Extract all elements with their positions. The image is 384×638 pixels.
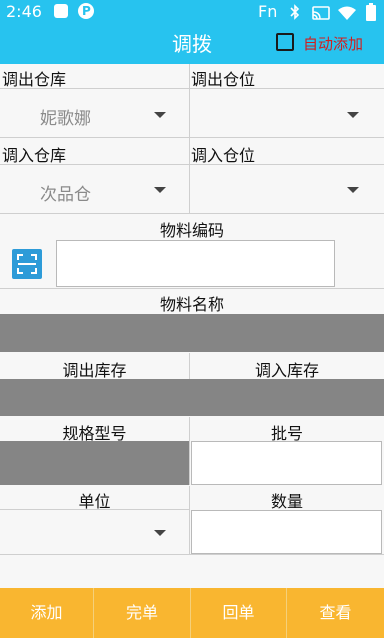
auto-add-checkbox[interactable]: [276, 33, 294, 51]
divider: [0, 137, 384, 138]
battery-icon: [366, 3, 376, 25]
in-stock-label: 调入库存: [254, 361, 319, 380]
batch-input[interactable]: [191, 441, 382, 485]
out-warehouse-dropdown[interactable]: 妮歌娜: [0, 89, 189, 137]
view-button[interactable]: 查看: [287, 588, 384, 638]
caret-down-icon: [154, 530, 166, 536]
auto-add-label[interactable]: 自动添加: [303, 24, 363, 64]
bluetooth-icon: [290, 4, 300, 24]
quantity-label: 数量: [270, 492, 303, 511]
status-time: 2:46: [6, 2, 42, 21]
return-button[interactable]: 回单: [191, 588, 286, 638]
material-name-field: [0, 314, 384, 352]
scan-icon[interactable]: [12, 249, 42, 279]
out-warehouse-label: 调出仓库: [2, 70, 67, 89]
out-warehouse-value: 妮歌娜: [40, 109, 91, 129]
quantity-input[interactable]: [191, 510, 382, 554]
divider: [0, 213, 384, 214]
unit-dropdown[interactable]: [0, 510, 189, 554]
in-warehouse-value: 次品仓: [40, 185, 91, 205]
notification-square-icon: [54, 4, 68, 18]
network-label: Fn: [258, 2, 278, 21]
in-location-label: 调入仓位: [191, 146, 256, 165]
status-bar: 2:46 P Fn: [0, 0, 384, 24]
bottom-action-bar: 添加 完单 回单 查看: [0, 588, 384, 638]
caret-down-icon: [347, 187, 359, 193]
app-header: 调拨 自动添加: [0, 24, 384, 64]
out-location-label: 调出仓位: [191, 70, 256, 89]
complete-button[interactable]: 完单: [94, 588, 190, 638]
caret-down-icon: [347, 112, 359, 118]
in-warehouse-label: 调入仓库: [2, 146, 67, 165]
stock-field: [0, 379, 384, 416]
divider: [0, 554, 384, 555]
cast-icon: [312, 5, 330, 24]
divider: [189, 486, 190, 554]
material-name-label: 物料名称: [159, 295, 224, 314]
wifi-icon: [338, 5, 356, 24]
in-warehouse-dropdown[interactable]: 次品仓: [0, 165, 189, 213]
out-stock-label: 调出库存: [62, 361, 127, 380]
out-location-dropdown[interactable]: [190, 89, 384, 137]
caret-down-icon: [154, 112, 166, 118]
add-button[interactable]: 添加: [0, 588, 93, 638]
app-p-icon: P: [78, 3, 94, 19]
in-location-dropdown[interactable]: [190, 165, 384, 213]
caret-down-icon: [154, 187, 166, 193]
material-code-input[interactable]: [56, 240, 335, 287]
divider: [0, 288, 384, 289]
material-code-label: 物料编码: [159, 221, 224, 240]
spec-field: [0, 441, 189, 485]
